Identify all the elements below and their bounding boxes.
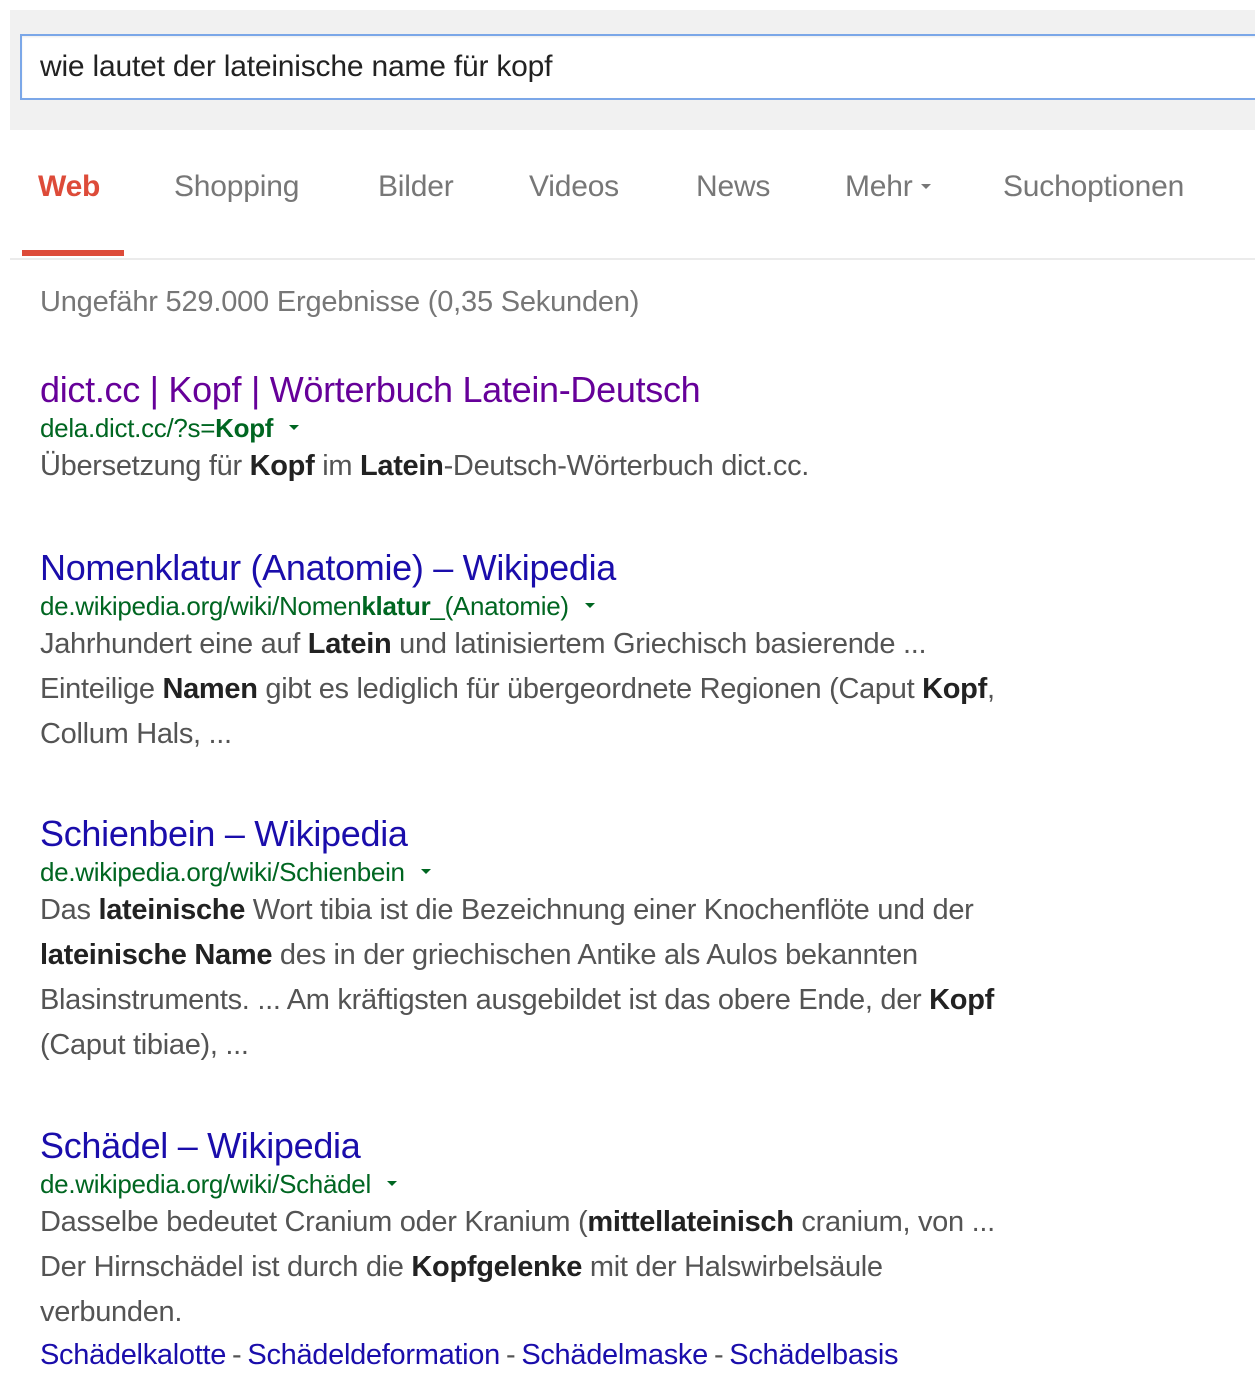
highlighted-term: Kopf xyxy=(215,413,274,443)
search-tabs: Web Shopping Bilder Videos News Mehr Suc… xyxy=(10,150,1255,260)
tab-web[interactable]: Web xyxy=(38,170,100,218)
text-run: und latinisiertem Griechisch basierende … xyxy=(391,628,927,660)
tab-bilder[interactable]: Bilder xyxy=(378,170,454,218)
snippet-line: Einteilige Namen gibt es lediglich für ü… xyxy=(40,667,1160,712)
tab-news[interactable]: News xyxy=(696,170,770,218)
text-run: -Deutsch-Wörterbuch dict.cc. xyxy=(443,450,810,482)
text-run: Einteilige xyxy=(40,673,163,705)
text-run: , xyxy=(986,673,995,705)
text-run: des in der griechischen Antike als Aulos… xyxy=(272,939,918,971)
result-url: de.wikipedia.org/wiki/Schädel xyxy=(40,1166,1160,1202)
tab-suchoptionen[interactable]: Suchoptionen xyxy=(1003,170,1184,218)
result-title-link[interactable]: Nomenklatur (Anatomie) – Wikipedia xyxy=(40,546,1160,590)
url-text: de.wikipedia.org/wiki/Schädel xyxy=(40,1169,371,1199)
sitelink-separator: - xyxy=(505,1339,516,1371)
search-box[interactable] xyxy=(20,34,1255,100)
sitelink-separator: - xyxy=(232,1339,242,1371)
tab-videos[interactable]: Videos xyxy=(529,170,619,218)
text-run: Der Hirnschädel ist durch die xyxy=(40,1251,412,1283)
result-title-link[interactable]: Schädel – Wikipedia xyxy=(40,1124,1160,1168)
text-run: Collum Hals, ... xyxy=(40,718,232,750)
active-tab-indicator xyxy=(22,250,124,256)
sitelink[interactable]: Schädeldeformation xyxy=(247,1339,500,1371)
url-dropdown-icon[interactable] xyxy=(420,868,431,874)
search-input[interactable] xyxy=(40,36,1240,98)
url-text: de.wikipedia.org/wiki/Schienbein xyxy=(40,857,405,887)
text-run: de.wikipedia.org/wiki/Nomen xyxy=(40,591,362,621)
highlighted-term: Namen xyxy=(162,673,258,705)
result-sitelinks: Schädelkalotte - Schädeldeformation - Schäde… xyxy=(40,1335,1160,1374)
text-run: Übersetzung für xyxy=(40,450,250,482)
result-stats: Ungefähr 529.000 Ergebnisse (0,35 Sekund… xyxy=(40,286,640,318)
search-results-page: Web Shopping Bilder Videos News Mehr Suc… xyxy=(0,0,1255,1374)
snippet-line: lateinische Name des in der griechischen… xyxy=(40,933,1160,978)
text-run: Jahrhundert eine auf xyxy=(40,628,308,660)
url-text: dela.dict.cc/?s=Kopf xyxy=(40,413,273,443)
text-run: gibt es lediglich für übergeordnete Regi… xyxy=(257,673,923,705)
result-snippet: Dasselbe bedeutet Cranium oder Kranium (… xyxy=(40,1200,1160,1335)
highlighted-term: Kopf xyxy=(922,673,987,705)
tab-mehr[interactable]: Mehr xyxy=(845,170,931,218)
text-run: im xyxy=(314,450,360,482)
highlighted-term: Kopfgelenke xyxy=(411,1251,583,1283)
url-dropdown-icon[interactable] xyxy=(386,1180,397,1186)
text-run: de.wikipedia.org/wiki/Schienbein xyxy=(40,857,405,887)
result-url: dela.dict.cc/?s=Kopf xyxy=(40,410,1160,446)
snippet-line: Dasselbe bedeutet Cranium oder Kranium (… xyxy=(40,1200,1160,1245)
text-run: Wort tibia ist die Bezeichnung einer Kno… xyxy=(245,894,974,926)
result-title-link[interactable]: dict.cc | Kopf | Wörterbuch Latein-Deuts… xyxy=(40,368,1160,412)
highlighted-term: mittellateinisch xyxy=(587,1206,794,1238)
text-run: (Caput tibiae), ... xyxy=(40,1029,249,1061)
highlighted-term: lateinische xyxy=(98,894,246,926)
search-result: Schädel – Wikipedia de.wikipedia.org/wik… xyxy=(40,1124,1160,1374)
text-run: Das xyxy=(40,894,99,926)
result-snippet: Übersetzung für Kopf im Latein-Deutsch-W… xyxy=(40,444,1160,489)
snippet-line: Jahrhundert eine auf Latein und latinisi… xyxy=(40,622,1160,667)
result-snippet: Jahrhundert eine auf Latein und latinisi… xyxy=(40,622,1160,757)
result-url: de.wikipedia.org/wiki/Nomenklatur_(Anato… xyxy=(40,588,1160,624)
text-run: dela.dict.cc/?s= xyxy=(40,413,216,443)
text-run: Dasselbe bedeutet Cranium oder Kranium ( xyxy=(40,1206,588,1238)
result-url: de.wikipedia.org/wiki/Schienbein xyxy=(40,854,1160,890)
text-run: verbunden. xyxy=(40,1296,183,1328)
result-snippet: Das lateinische Wort tibia ist die Bezei… xyxy=(40,888,1160,1068)
url-text: de.wikipedia.org/wiki/Nomenklatur_(Anato… xyxy=(40,591,569,621)
text-run: cranium, von ... xyxy=(793,1206,995,1238)
tab-shopping[interactable]: Shopping xyxy=(174,170,299,218)
text-run: de.wikipedia.org/wiki/Schädel xyxy=(40,1169,371,1199)
sitelink[interactable]: Schädelkalotte xyxy=(40,1339,226,1371)
sitelink[interactable]: Schädelmaske xyxy=(521,1339,708,1371)
snippet-line: Der Hirnschädel ist durch die Kopfgelenk… xyxy=(40,1245,1160,1290)
search-result: Schienbein – Wikipedia de.wikipedia.org/… xyxy=(40,812,1160,1068)
snippet-line: Collum Hals, ... xyxy=(40,712,1160,757)
text-run: Blasinstruments. ... Am kräftigsten ausg… xyxy=(40,984,930,1016)
url-dropdown-icon[interactable] xyxy=(584,602,595,608)
snippet-line: Das lateinische Wort tibia ist die Bezei… xyxy=(40,888,1160,933)
tab-mehr-label: Mehr xyxy=(845,170,913,203)
snippet-line: verbunden. xyxy=(40,1290,1160,1335)
highlighted-term: Latein xyxy=(359,450,444,482)
highlighted-term: lateinische Name xyxy=(40,939,273,971)
highlighted-term: Latein xyxy=(307,628,392,660)
text-run: mit der Halswirbelsäule xyxy=(582,1251,883,1283)
search-result: dict.cc | Kopf | Wörterbuch Latein-Deuts… xyxy=(40,368,1160,489)
text-run: _(Anatomie) xyxy=(430,591,569,621)
snippet-line: Übersetzung für Kopf im Latein-Deutsch-W… xyxy=(40,444,1160,489)
search-result: Nomenklatur (Anatomie) – Wikipedia de.wi… xyxy=(40,546,1160,757)
result-title-link[interactable]: Schienbein – Wikipedia xyxy=(40,812,1160,856)
sitelink[interactable]: Schädelbasis xyxy=(729,1339,898,1371)
highlighted-term: Kopf xyxy=(249,450,315,482)
snippet-line: (Caput tibiae), ... xyxy=(40,1023,1160,1068)
chevron-down-icon xyxy=(920,183,931,189)
url-dropdown-icon[interactable] xyxy=(289,424,300,430)
snippet-line: Blasinstruments. ... Am kräftigsten ausg… xyxy=(40,978,1160,1023)
highlighted-term: klatur xyxy=(361,591,431,621)
highlighted-term: Kopf xyxy=(929,984,994,1016)
sitelink-separator: - xyxy=(713,1339,724,1371)
